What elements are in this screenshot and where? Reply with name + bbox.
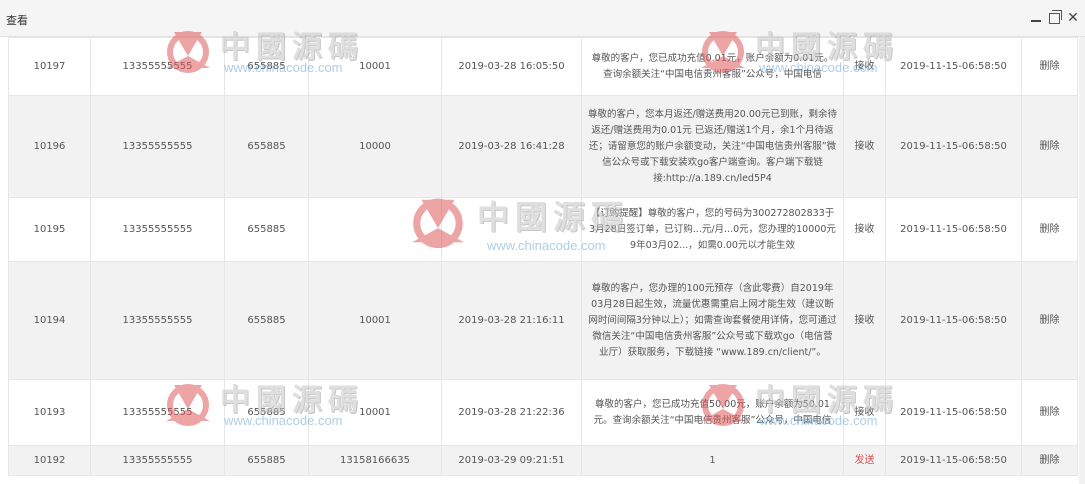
cell-created: 2019-11-15-06:58:50 xyxy=(900,455,1007,466)
cell-phone: 13355555555 xyxy=(122,224,193,235)
cell-time: 2019-03-29 09:21:51 xyxy=(458,455,565,466)
cell-type: 发送 xyxy=(854,455,875,466)
cell-phone: 13355555555 xyxy=(122,61,193,72)
cell-time: 2019-03-28 21:16:11 xyxy=(458,315,565,326)
cell-code: 655885 xyxy=(247,407,286,418)
message-table: 10197 13355555555 655885 10001 2019-03-28 16… xyxy=(8,37,1078,476)
cell-created: 2019-11-15-06:58:50 xyxy=(900,141,1007,152)
table-row: 10193 13355555555 655885 10001 2019-03-28 21… xyxy=(8,379,1078,446)
cell-id: 10197 xyxy=(33,61,66,72)
cell-type: 接收 xyxy=(854,224,875,235)
cell-message: 尊敬的客户，您办理的100元预存（含此零费）自2019年03月28日起生效，流量… xyxy=(588,282,837,358)
table-row: 10195 13355555555 655885 【订购提醒】尊敬的客户，您的号码为3… xyxy=(8,197,1078,262)
cell-port: 10000 xyxy=(359,141,391,152)
cell-code: 655885 xyxy=(247,141,286,152)
cell-id: 10196 xyxy=(33,141,66,152)
cell-message: 1 xyxy=(709,454,716,466)
cell-phone: 13355555555 xyxy=(122,455,193,466)
delete-link[interactable]: 删除 xyxy=(1040,407,1060,418)
cell-type: 接收 xyxy=(854,61,875,72)
cell-code: 655885 xyxy=(247,224,286,235)
cell-id: 10192 xyxy=(33,455,66,466)
cell-port: 10001 xyxy=(359,61,391,72)
table-row: 10194 13355555555 655885 10001 2019-03-28 21… xyxy=(8,261,1078,380)
cell-port: 13158166635 xyxy=(340,455,410,466)
cell-message: 【订购提醒】尊敬的客户，您的号码为300272802833于3月28日签订单，已… xyxy=(589,207,836,251)
cell-type: 接收 xyxy=(854,407,875,418)
cell-created: 2019-11-15-06:58:50 xyxy=(900,407,1007,418)
window-title: 查看 xyxy=(6,14,28,27)
cell-message: 尊敬的客户，您本月返还/赠送费用20.00元已到账，剩余待返还/赠送费用为0.0… xyxy=(588,108,837,184)
cell-phone: 13355555555 xyxy=(122,407,193,418)
cell-phone: 13355555555 xyxy=(122,141,193,152)
cell-port: 10001 xyxy=(359,407,391,418)
delete-link[interactable]: 删除 xyxy=(1040,141,1060,152)
table-row: 10192 13355555555 655885 13158166635 2019-03… xyxy=(8,445,1078,476)
cell-code: 655885 xyxy=(247,61,286,72)
cell-id: 10193 xyxy=(33,407,66,418)
delete-link[interactable]: 删除 xyxy=(1040,455,1060,466)
cell-id: 10194 xyxy=(33,315,66,326)
delete-link[interactable]: 删除 xyxy=(1040,224,1060,235)
maximize-icon[interactable] xyxy=(1049,10,1062,24)
cell-code: 655885 xyxy=(247,455,286,466)
cell-created: 2019-11-15-06:58:50 xyxy=(900,61,1007,72)
cell-created: 2019-11-15-06:58:50 xyxy=(900,224,1007,235)
cell-time: 2019-03-28 16:41:28 xyxy=(458,141,565,152)
cell-message: 尊敬的客户，您已成功充值50.00元，账户余额为50.01元。查询余额关注“中国… xyxy=(593,398,832,426)
cell-port: 10001 xyxy=(359,315,391,326)
cell-phone: 13355555555 xyxy=(122,315,193,326)
vertical-scrollbar[interactable] xyxy=(1079,37,1085,484)
table-row: 10197 13355555555 655885 10001 2019-03-28 16… xyxy=(8,37,1078,96)
window-titlebar: 查看 ✕ xyxy=(0,0,1085,37)
cell-created: 2019-11-15-06:58:50 xyxy=(900,315,1007,326)
table-row: 10196 13355555555 655885 10000 2019-03-28 16… xyxy=(8,95,1078,198)
cell-message: 尊敬的客户，您已成功充值0.01元，账户余额为0.01元。查询余额关注“中国电信… xyxy=(591,52,834,80)
delete-link[interactable]: 删除 xyxy=(1040,61,1060,72)
close-icon[interactable]: ✕ xyxy=(1066,11,1080,25)
message-table-container: 10197 13355555555 655885 10001 2019-03-28 16… xyxy=(0,37,1085,484)
cell-time: 2019-03-28 16:05:50 xyxy=(458,61,565,72)
cell-time: 2019-03-28 21:22:36 xyxy=(458,407,565,418)
cell-code: 655885 xyxy=(247,315,286,326)
cell-type: 接收 xyxy=(854,315,875,326)
cell-id: 10195 xyxy=(33,224,66,235)
delete-link[interactable]: 删除 xyxy=(1040,315,1060,326)
minimize-icon[interactable] xyxy=(1029,11,1043,25)
cell-type: 接收 xyxy=(854,141,875,152)
